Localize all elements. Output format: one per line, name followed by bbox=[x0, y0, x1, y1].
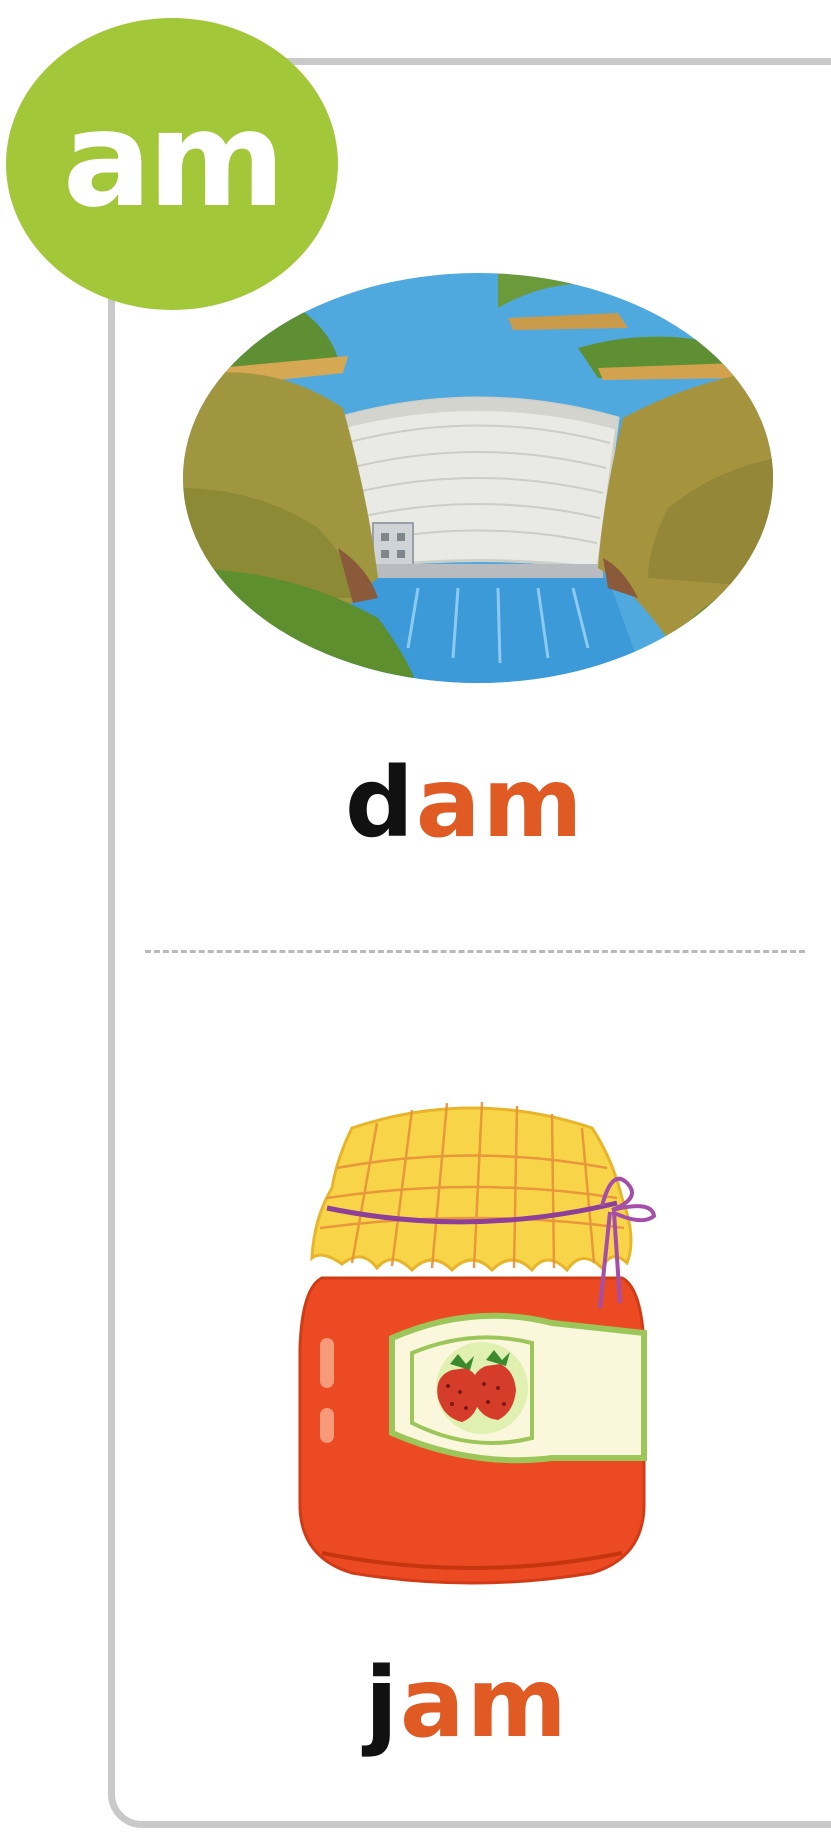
word-jam: jam bbox=[365, 1655, 569, 1751]
word-dam: dam bbox=[345, 755, 585, 851]
jam-jar-illustration bbox=[298, 1101, 657, 1585]
dam-illustration bbox=[183, 273, 773, 683]
word-family-label: am bbox=[62, 83, 286, 237]
word-onset: d bbox=[345, 747, 416, 859]
word-rime: am bbox=[415, 747, 585, 859]
dashed-divider bbox=[145, 950, 805, 953]
word-onset: j bbox=[365, 1647, 400, 1759]
word-rime: am bbox=[399, 1647, 569, 1759]
word-family-badge: am bbox=[6, 18, 338, 310]
